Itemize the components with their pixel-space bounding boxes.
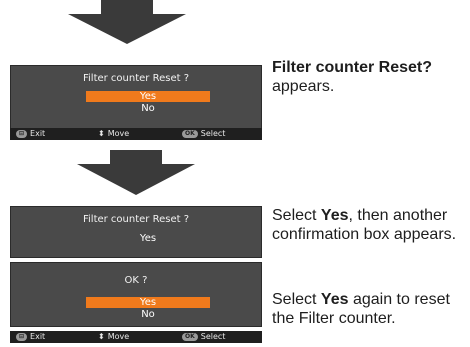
step3-bold: Yes	[320, 291, 349, 308]
dialog-title: Filter counter Reset ?	[82, 73, 190, 84]
dialog-title: Filter counter Reset ?	[82, 214, 190, 225]
select-label: Select	[200, 332, 226, 341]
exit-key-icon: ⊟	[16, 130, 28, 138]
down-arrow-icon	[68, 0, 186, 44]
step3-pre: Select	[272, 291, 321, 308]
move-icon: ⬍	[98, 332, 105, 341]
down-arrow-icon	[77, 150, 195, 195]
ok-key-icon: OK	[182, 130, 198, 138]
move-icon: ⬍	[98, 129, 105, 138]
option-yes[interactable]: Yes	[86, 233, 210, 244]
step1-description: Filter counter Reset? appears.	[272, 58, 462, 96]
option-yes[interactable]: Yes	[86, 91, 210, 102]
exit-label: Exit	[30, 332, 46, 341]
step3-description: Select Yes again to reset the Filter cou…	[272, 290, 462, 328]
step2-pre: Select	[272, 207, 321, 224]
confirmation-dialog: OK ? Yes No	[10, 262, 262, 327]
option-no[interactable]: No	[86, 309, 210, 320]
option-yes[interactable]: Yes	[86, 297, 210, 308]
step1-rest: appears.	[272, 78, 335, 95]
filter-reset-dialog: Filter counter Reset ? Yes No	[10, 65, 262, 129]
exit-label: Exit	[30, 129, 46, 138]
step2-description: Select Yes, then another confirmation bo…	[272, 206, 462, 244]
move-label: Move	[107, 129, 130, 138]
dialog-title: OK ?	[124, 275, 148, 286]
exit-key-icon: ⊟	[16, 333, 28, 341]
step2-bold: Yes	[320, 207, 349, 224]
ok-key-icon: OK	[182, 333, 198, 341]
select-label: Select	[200, 129, 226, 138]
move-label: Move	[107, 332, 130, 341]
filter-reset-dialog-selected: Filter counter Reset ? Yes	[10, 206, 262, 258]
status-bar: ⊟ Exit ⬍ Move OK Select	[10, 128, 262, 140]
status-bar: ⊟ Exit ⬍ Move OK Select	[10, 331, 262, 343]
step1-bold: Filter counter Reset?	[272, 59, 433, 76]
option-no[interactable]: No	[86, 103, 210, 114]
